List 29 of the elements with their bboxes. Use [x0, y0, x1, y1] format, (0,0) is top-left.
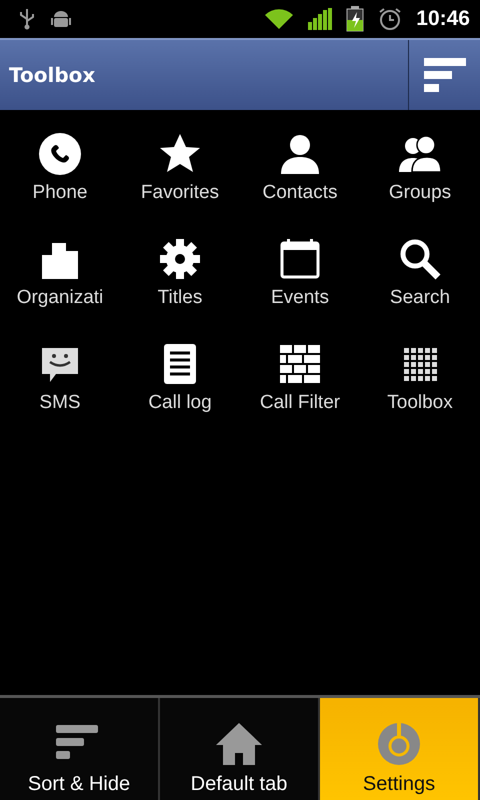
tool-item[interactable]: Call Filter [240, 342, 360, 447]
screen-title: Toolbox [8, 62, 96, 89]
person-icon [278, 132, 322, 176]
brick-wall-icon [278, 342, 322, 386]
tool-item[interactable]: Phone [0, 132, 120, 237]
tool-item[interactable]: SMS [0, 342, 120, 447]
tool-item[interactable]: Favorites [120, 132, 240, 237]
tool-item[interactable]: Events [240, 237, 360, 342]
phone-icon [38, 132, 82, 176]
tool-item[interactable]: Toolbox [360, 342, 480, 447]
tool-item[interactable]: Call log [120, 342, 240, 447]
android-icon [50, 8, 72, 30]
alarm-icon [378, 7, 402, 31]
signal-icon [308, 8, 332, 30]
tool-item[interactable]: Titles [120, 237, 240, 342]
clock-time: 10:46 [416, 7, 470, 31]
battery-icon [346, 6, 364, 32]
tool-item[interactable]: Contacts [240, 132, 360, 237]
gear-icon [158, 237, 202, 281]
house-icon [214, 721, 264, 767]
tool-item[interactable]: Groups [360, 132, 480, 237]
tool-item[interactable]: Organizati [0, 237, 120, 342]
menu-item[interactable]: Settings [320, 698, 480, 800]
usb-icon [18, 7, 36, 31]
search-icon [398, 237, 442, 281]
sort-icon [424, 58, 466, 92]
wifi-icon [264, 8, 294, 30]
calendar-icon [278, 237, 322, 281]
tool-item[interactable]: Search [360, 237, 480, 342]
